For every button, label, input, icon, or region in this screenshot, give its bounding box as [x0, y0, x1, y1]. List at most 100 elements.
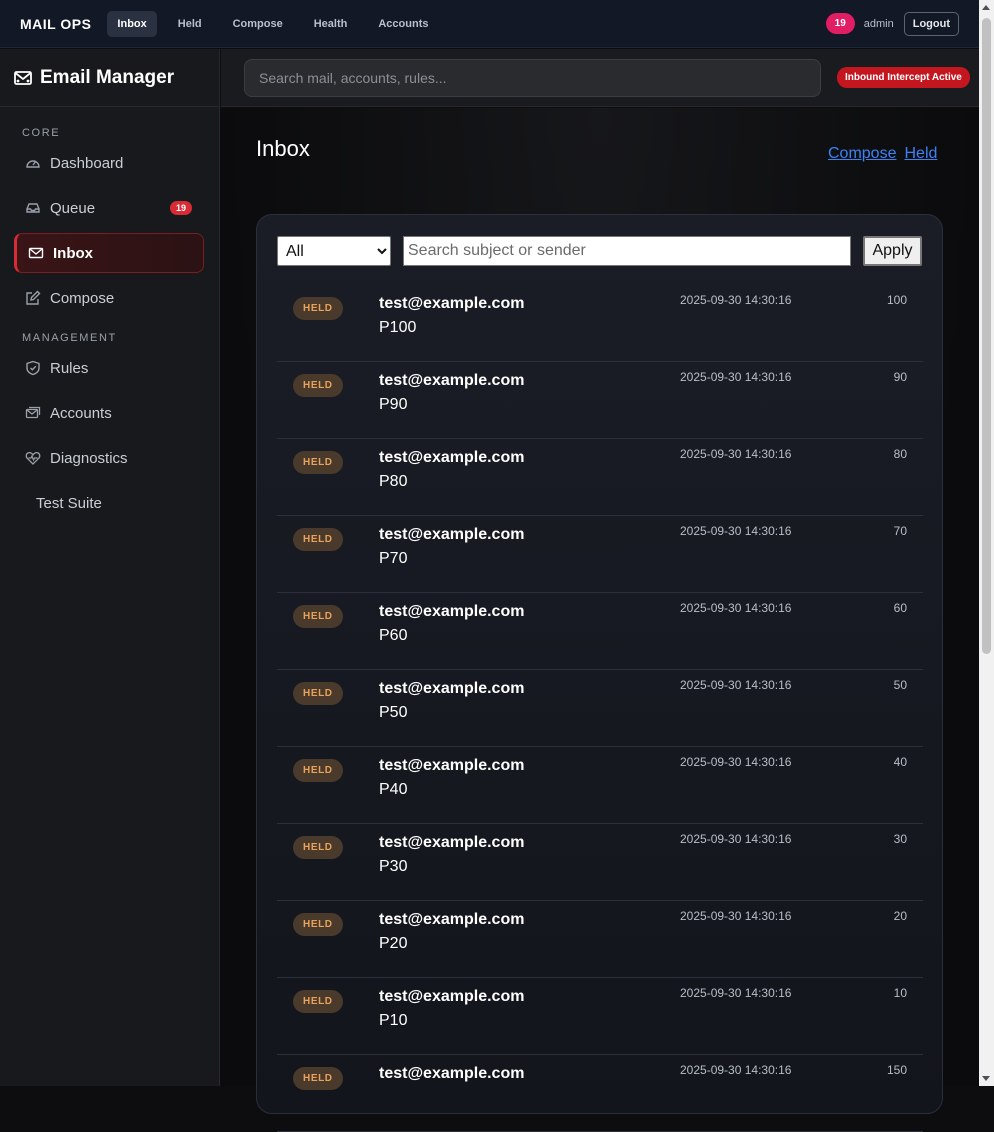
- filter-bar: All Apply: [277, 236, 923, 266]
- apply-filter-button[interactable]: Apply: [863, 236, 922, 266]
- message-sender: test@example.com: [379, 680, 525, 697]
- sidebar-title: Email Manager: [40, 66, 175, 88]
- message-timestamp: 2025-09-30 14:30:16: [680, 524, 792, 538]
- page-action-links: Compose Held: [828, 145, 937, 163]
- message-row[interactable]: HELD test@example.com P30 2025-09-30 14:…: [277, 824, 923, 901]
- gauge-icon: [25, 155, 41, 171]
- message-score: 100: [886, 293, 907, 307]
- message-row[interactable]: HELD test@example.com P100 2025-09-30 14…: [277, 285, 923, 362]
- message-score: 20: [893, 909, 907, 923]
- inbox-card: All Apply HELD test@example.com P100 202…: [256, 214, 943, 1132]
- nav-link-held[interactable]: Held: [168, 11, 212, 37]
- message-subject: P20: [379, 935, 408, 952]
- message-sender: test@example.com: [379, 1065, 525, 1082]
- message-score: 10: [893, 986, 907, 1000]
- sidebar-item-label: Diagnostics: [50, 449, 128, 467]
- status-badge: HELD: [293, 759, 343, 782]
- global-search-input[interactable]: [244, 59, 821, 97]
- message-row[interactable]: HELD test@example.com P60 2025-09-30 14:…: [277, 593, 923, 670]
- sidebar-item-rules[interactable]: Rules: [14, 348, 204, 388]
- top-navbar: MAIL OPS Inbox Held Compose Health Accou…: [0, 0, 979, 48]
- inbox-tray-icon: [25, 200, 41, 216]
- sidebar-item-inbox[interactable]: Inbox: [14, 233, 204, 273]
- sidebar-item-accounts[interactable]: Accounts: [14, 393, 204, 433]
- message-row[interactable]: HELD test@example.com P50 2025-09-30 14:…: [277, 670, 923, 747]
- scrollbar-thumb[interactable]: [982, 18, 991, 654]
- message-timestamp: 2025-09-30 14:30:16: [680, 601, 792, 615]
- message-sender: test@example.com: [379, 526, 525, 543]
- message-sender: test@example.com: [379, 603, 525, 620]
- status-badge: HELD: [293, 451, 343, 474]
- message-timestamp: 2025-09-30 14:30:16: [680, 986, 792, 1000]
- sidebar-item-test-suite[interactable]: Test Suite: [14, 483, 204, 523]
- message-row[interactable]: HELD test@example.com P10 2025-09-30 14:…: [277, 978, 923, 1055]
- page-scrollbar[interactable]: [979, 0, 994, 1086]
- message-row[interactable]: HELD test@example.com P70 2025-09-30 14:…: [277, 516, 923, 593]
- scroll-up-arrow-icon[interactable]: [982, 5, 990, 10]
- sidebar-item-label: Dashboard: [50, 154, 124, 172]
- message-timestamp: 2025-09-30 14:30:16: [680, 678, 792, 692]
- message-score: 70: [893, 524, 907, 538]
- subject-sender-search-input[interactable]: [403, 236, 851, 266]
- message-subject: P40: [379, 781, 408, 798]
- top-nav-links: Inbox Held Compose Health Accounts: [107, 10, 449, 37]
- status-badge: HELD: [293, 913, 343, 936]
- nav-link-health[interactable]: Health: [304, 11, 358, 37]
- status-filter-select[interactable]: All: [277, 236, 391, 266]
- message-timestamp: 2025-09-30 14:30:16: [680, 447, 792, 461]
- sidebar-item-queue[interactable]: Queue 19: [14, 188, 204, 228]
- message-sender: test@example.com: [379, 449, 525, 466]
- status-badge: HELD: [293, 374, 343, 397]
- message-timestamp: 2025-09-30 14:30:16: [680, 293, 792, 307]
- section-label-management: MANAGEMENT: [22, 332, 117, 344]
- sidebar-item-dashboard[interactable]: Dashboard: [14, 143, 204, 183]
- message-sender: test@example.com: [379, 757, 525, 774]
- pencil-square-icon: [25, 290, 41, 306]
- message-row[interactable]: HELD test@example.com P40 2025-09-30 14:…: [277, 747, 923, 824]
- envelope-open-icon: [14, 70, 32, 86]
- notification-count-badge[interactable]: 19: [825, 13, 855, 34]
- brand-logo[interactable]: MAIL OPS: [20, 16, 91, 32]
- queue-count-badge: 19: [169, 201, 192, 215]
- message-score: 30: [893, 832, 907, 846]
- envelope-stack-icon: [25, 405, 41, 421]
- message-list: HELD test@example.com P100 2025-09-30 14…: [277, 285, 923, 1132]
- message-row[interactable]: HELD test@example.com 2025-09-30 14:30:1…: [277, 1055, 923, 1132]
- message-score: 60: [893, 601, 907, 615]
- message-subject: P90: [379, 396, 408, 413]
- nav-link-accounts[interactable]: Accounts: [368, 11, 438, 37]
- held-link[interactable]: Held: [904, 145, 937, 163]
- message-timestamp: 2025-09-30 14:30:16: [680, 755, 792, 769]
- nav-link-compose[interactable]: Compose: [223, 11, 293, 37]
- scroll-down-arrow-icon[interactable]: [982, 1076, 990, 1081]
- message-timestamp: 2025-09-30 14:30:16: [680, 370, 792, 384]
- nav-link-inbox[interactable]: Inbox: [107, 10, 157, 37]
- sidebar-item-label: Rules: [50, 359, 89, 377]
- message-score: 40: [893, 755, 907, 769]
- message-score: 80: [893, 447, 907, 461]
- sidebar-item-label: Queue: [50, 199, 96, 217]
- sidebar-item-label: Accounts: [50, 404, 112, 422]
- sidebar: Email Manager CORE Dashboard Queue 19 In…: [0, 49, 220, 1086]
- section-label-core: CORE: [22, 127, 61, 139]
- message-row[interactable]: HELD test@example.com P90 2025-09-30 14:…: [277, 362, 923, 439]
- logout-button[interactable]: Logout: [903, 11, 959, 36]
- sidebar-header: Email Manager: [0, 49, 219, 107]
- sidebar-item-compose[interactable]: Compose: [14, 278, 204, 318]
- sidebar-item-label: Test Suite: [36, 494, 102, 512]
- status-badge: HELD: [293, 990, 343, 1013]
- status-badge: HELD: [293, 836, 343, 859]
- username-label: admin: [863, 17, 894, 30]
- message-row[interactable]: HELD test@example.com P20 2025-09-30 14:…: [277, 901, 923, 978]
- message-row[interactable]: HELD test@example.com P80 2025-09-30 14:…: [277, 439, 923, 516]
- message-sender: test@example.com: [379, 988, 525, 1005]
- compose-link[interactable]: Compose: [828, 145, 896, 163]
- user-area: 19 admin Logout: [825, 11, 959, 36]
- envelope-icon: [28, 245, 44, 261]
- message-timestamp: 2025-09-30 14:30:16: [680, 1063, 792, 1077]
- sidebar-item-diagnostics[interactable]: Diagnostics: [14, 438, 204, 478]
- message-sender: test@example.com: [379, 295, 525, 312]
- status-badge: HELD: [293, 682, 343, 705]
- intercept-status-badge: Inbound Intercept Active: [837, 67, 970, 88]
- heart-pulse-icon: [25, 450, 41, 466]
